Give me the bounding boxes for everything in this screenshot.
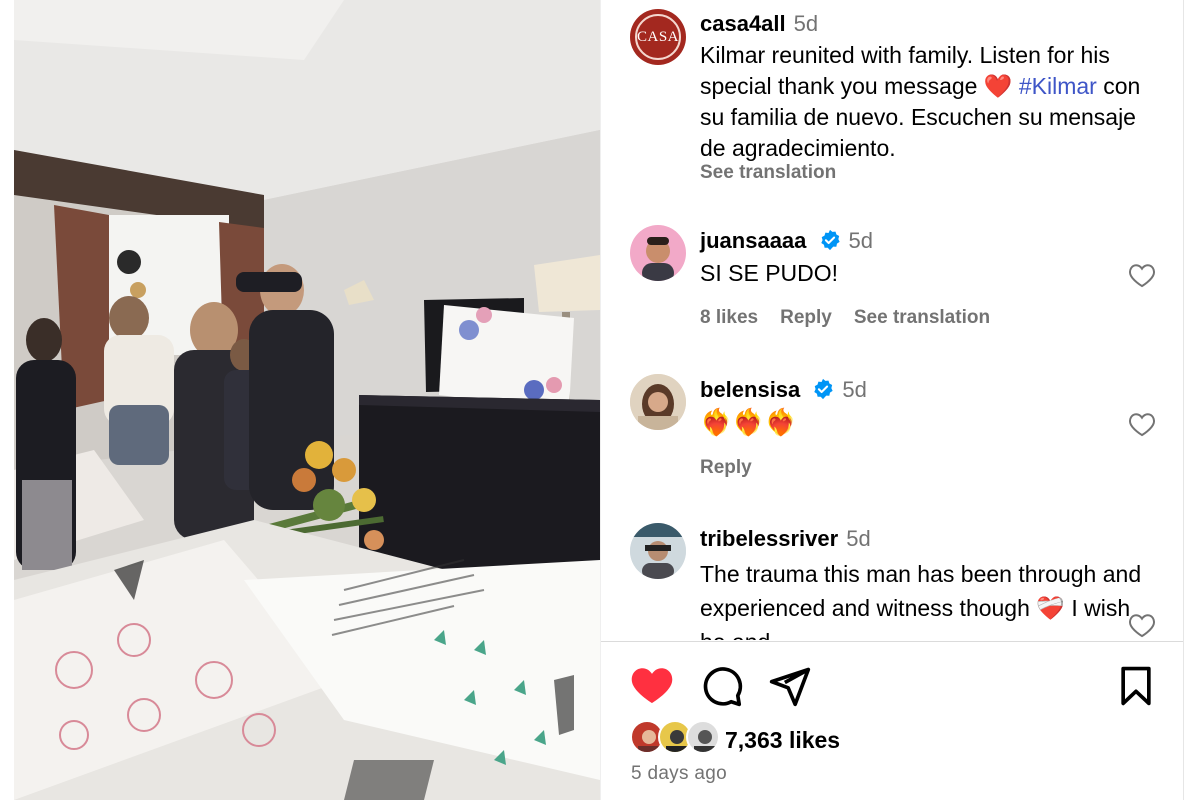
caption-time[interactable]: 5d (794, 11, 818, 36)
tribelessriver-avatar-image (630, 523, 686, 579)
caption-see-translation[interactable]: See translation (700, 162, 836, 184)
comment-username[interactable]: tribelessriver (700, 526, 838, 551)
comment-avatar[interactable] (630, 523, 686, 579)
comment-meta: 8 likes Reply See translation (700, 307, 1012, 329)
divider (601, 641, 1184, 642)
liker-avatar (686, 720, 720, 754)
comment-like-heart-icon[interactable] (1128, 262, 1156, 288)
post-details-panel: CASA casa4all 5d Kilmar reunited with fam… (600, 0, 1184, 800)
comment-like-heart-icon[interactable] (1128, 411, 1156, 437)
comment-header: tribelessriver 5d (700, 526, 871, 552)
comment-avatar[interactable] (630, 225, 686, 281)
bookmark-icon[interactable] (1114, 664, 1158, 708)
instagram-post-modal: CASA casa4all 5d Kilmar reunited with fam… (0, 0, 1200, 800)
photo-scene (14, 0, 600, 800)
red-heart-emoji: ❤️ (983, 73, 1013, 99)
comment-meta: Reply (700, 457, 774, 479)
hashtag-link[interactable]: #Kilmar (1019, 73, 1097, 99)
heart-filled-icon[interactable] (630, 664, 674, 708)
comment-icon[interactable] (700, 664, 744, 708)
see-translation-button[interactable]: See translation (854, 307, 990, 328)
caption-header: casa4all 5d (700, 11, 818, 37)
belensisa-avatar-image (630, 374, 686, 430)
juansaaaa-avatar-image (642, 237, 674, 281)
comments-scroll-area[interactable]: CASA casa4all 5d Kilmar reunited with fam… (601, 0, 1184, 640)
comment-avatar[interactable] (630, 374, 686, 430)
author-username[interactable]: casa4all (700, 11, 786, 36)
comment-likes[interactable]: 8 likes (700, 307, 758, 328)
comment-username[interactable]: belensisa (700, 377, 800, 402)
comment-header: belensisa 5d (700, 377, 867, 403)
post-media-photo[interactable] (14, 0, 600, 800)
share-icon[interactable] (768, 664, 812, 708)
comment-time[interactable]: 5d (846, 526, 870, 551)
comment-like-heart-icon[interactable] (1128, 612, 1156, 638)
reply-button[interactable]: Reply (700, 457, 752, 478)
comment-username[interactable]: juansaaaa (700, 228, 806, 253)
comment-text: The trauma this man has been through and… (700, 561, 1142, 640)
post-timestamp[interactable]: 5 days ago (631, 763, 727, 785)
casa-logo-text: CASA (635, 14, 681, 60)
verified-badge-icon (814, 378, 834, 400)
comment-text: SI SE PUDO! (700, 260, 839, 286)
comment-header: juansaaaa 5d (700, 228, 873, 254)
likes-count[interactable]: 7,363 likes (725, 727, 840, 754)
reply-button[interactable]: Reply (780, 307, 832, 328)
right-gutter (1183, 0, 1200, 800)
comment-text: ❤️‍🔥❤️‍🔥❤️‍🔥 (700, 407, 798, 437)
left-gutter (0, 0, 14, 800)
comment-time[interactable]: 5d (849, 228, 873, 253)
post-caption: Kilmar reunited with family. Listen for … (700, 40, 1160, 164)
verified-badge-icon (820, 229, 840, 251)
comment-time[interactable]: 5d (842, 377, 866, 402)
author-avatar[interactable]: CASA (630, 9, 686, 65)
